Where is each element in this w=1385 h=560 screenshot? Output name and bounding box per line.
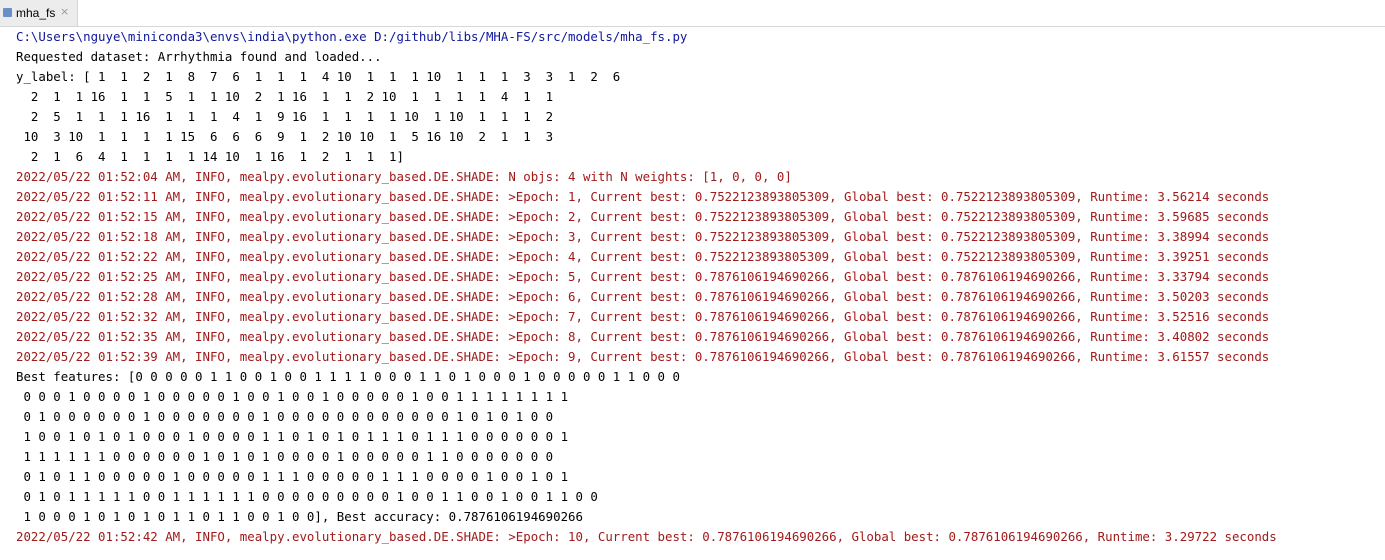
console-final-log-line: 2022/05/22 01:52:42 AM, INFO, mealpy.evo… (16, 529, 1277, 544)
console-log-line: 2022/05/22 01:52:35 AM, INFO, mealpy.evo… (16, 329, 1270, 344)
close-icon[interactable]: × (60, 5, 69, 18)
python-file-icon (3, 8, 12, 17)
console-y-label-line: y_label: [ 1 1 2 1 8 7 6 1 1 1 4 10 1 1 … (16, 69, 621, 84)
tab-mha-fs[interactable]: mha_fs × (0, 0, 78, 26)
console-log-line: 2022/05/22 01:52:25 AM, INFO, mealpy.evo… (16, 269, 1270, 284)
console-log-line: 2022/05/22 01:52:28 AM, INFO, mealpy.evo… (16, 289, 1270, 304)
console-dataset-line: Requested dataset: Arrhythmia found and … (16, 49, 382, 64)
console-best-features-line: 1 1 1 1 1 1 0 0 0 0 0 0 1 0 1 0 1 0 0 0 … (16, 449, 554, 464)
console-best-features-line: 1 0 0 0 1 0 1 0 1 0 1 1 0 1 1 0 0 1 0 0]… (16, 509, 583, 524)
console-best-features-line: 0 1 0 0 0 0 0 0 1 0 0 0 0 0 0 0 1 0 0 0 … (16, 409, 554, 424)
console-log-line: 2022/05/22 01:52:11 AM, INFO, mealpy.evo… (16, 189, 1270, 204)
console-y-label-line: 2 1 1 16 1 1 5 1 1 10 2 1 16 1 1 2 10 1 … (16, 89, 554, 104)
console-log-line: 2022/05/22 01:52:32 AM, INFO, mealpy.evo… (16, 309, 1270, 324)
console-best-features-line: 1 0 0 1 0 1 0 1 0 0 0 1 0 0 0 0 1 1 0 1 … (16, 429, 569, 444)
console-log-line: 2022/05/22 01:52:39 AM, INFO, mealpy.evo… (16, 349, 1270, 364)
console-best-features-line: 0 1 0 1 1 0 0 0 0 0 1 0 0 0 0 0 1 1 1 0 … (16, 469, 569, 484)
console-command-line: C:\Users\nguye\miniconda3\envs\india\pyt… (16, 29, 688, 44)
console-best-features-line: 0 0 0 1 0 0 0 0 1 0 0 0 0 0 1 0 0 1 0 0 … (16, 389, 569, 404)
console-log-line: 2022/05/22 01:52:18 AM, INFO, mealpy.evo… (16, 229, 1270, 244)
console-best-features-line: 0 1 0 1 1 1 1 1 0 0 1 1 1 1 1 1 0 0 0 0 … (16, 489, 598, 504)
run-console-output[interactable]: C:\Users\nguye\miniconda3\envs\india\pyt… (16, 27, 1376, 560)
console-log-line: 2022/05/22 01:52:15 AM, INFO, mealpy.evo… (16, 209, 1270, 224)
console-y-label-line: 2 5 1 1 1 16 1 1 1 4 1 9 16 1 1 1 1 10 1… (16, 109, 554, 124)
console-log-line: 2022/05/22 01:52:22 AM, INFO, mealpy.evo… (16, 249, 1270, 264)
console-best-features-line: Best features: [0 0 0 0 0 1 1 0 0 1 0 0 … (16, 369, 680, 384)
tab-label: mha_fs (16, 6, 56, 20)
console-y-label-line: 2 1 6 4 1 1 1 1 14 10 1 16 1 2 1 1 1] (16, 149, 404, 164)
editor-tab-bar: mha_fs × (0, 0, 1385, 27)
console-y-label-line: 10 3 10 1 1 1 1 15 6 6 6 9 1 2 10 10 1 5… (16, 129, 554, 144)
console-log-line: 2022/05/22 01:52:04 AM, INFO, mealpy.evo… (16, 169, 792, 184)
